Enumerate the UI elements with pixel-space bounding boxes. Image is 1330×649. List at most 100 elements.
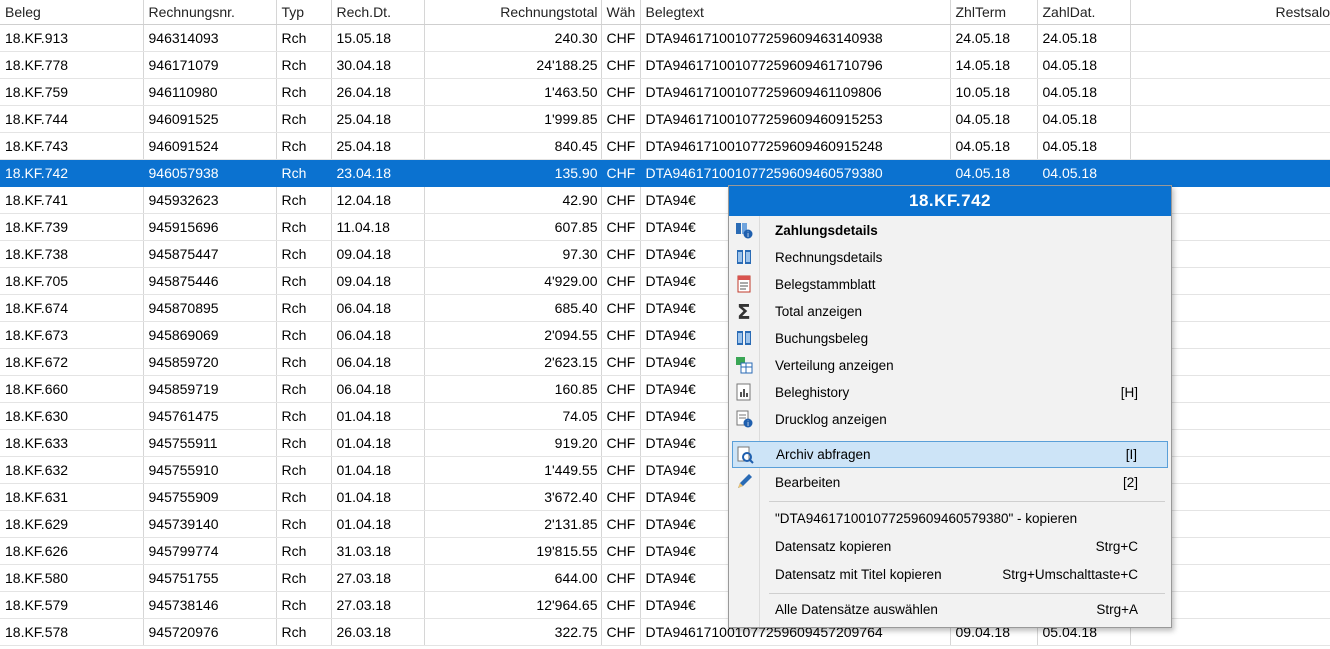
cell-waehrung: CHF: [601, 510, 641, 538]
cell-rechdt: 23.04.18: [331, 159, 425, 187]
cell-typ: Rch: [276, 348, 332, 376]
cell-typ: Rch: [276, 375, 332, 403]
cell-rechdt: 25.04.18: [331, 105, 425, 133]
cell-typ: Rch: [276, 213, 332, 241]
cell-belegtext: DTA946171001077259609461109806: [640, 78, 951, 106]
cell-zahldat: 24.05.18: [1037, 24, 1131, 52]
column-header-zahldat[interactable]: ZahlDat.: [1037, 0, 1131, 25]
cell-rechnungstotal: 135.90: [424, 159, 602, 187]
cell-rechnungstotal: 240.30: [424, 24, 602, 52]
menu-item-datensatz-kopieren[interactable]: Datensatz kopieren Strg+C: [732, 533, 1168, 560]
cell-typ: Rch: [276, 186, 332, 214]
table-row[interactable]: 18.KF.744 946091525 Rch 25.04.18 1'999.85 CHF…: [0, 105, 1330, 133]
menu-item-label: Zahlungsdetails: [775, 223, 878, 238]
cell-rechnungstotal: 74.05: [424, 402, 602, 430]
menu-item-bearbeiten[interactable]: Bearbeiten [2]: [732, 469, 1168, 496]
cell-restsaldo: [1130, 105, 1330, 133]
cell-beleg: 18.KF.626: [0, 537, 144, 565]
cell-typ: Rch: [276, 429, 332, 457]
cell-typ: Rch: [276, 294, 332, 322]
cell-rechnungsnr: 946314093: [143, 24, 277, 52]
cell-beleg: 18.KF.672: [0, 348, 144, 376]
cell-rechnungstotal: 1'449.55: [424, 456, 602, 484]
menu-item-alle-auswaehlen[interactable]: Alle Datensätze auswählen Strg+A: [732, 596, 1168, 623]
column-header-beleg[interactable]: Beleg: [0, 0, 144, 25]
cell-waehrung: CHF: [601, 294, 641, 322]
menu-item-shortcut: Strg+C: [1095, 539, 1138, 554]
menu-item-drucklog-anzeigen[interactable]: i Drucklog anzeigen: [732, 406, 1168, 433]
cell-rechnungstotal: 97.30: [424, 240, 602, 268]
cell-waehrung: CHF: [601, 564, 641, 592]
cell-waehrung: CHF: [601, 429, 641, 457]
context-menu: 18.KF.742 i Zahlungsdetails Rechnungsdet…: [728, 185, 1172, 628]
cell-restsaldo: [1130, 51, 1330, 79]
cell-typ: Rch: [276, 564, 332, 592]
column-header-waehrung[interactable]: Wäh: [601, 0, 641, 25]
cell-typ: Rch: [276, 321, 332, 349]
column-header-rechnungstotal[interactable]: Rechnungstotal: [424, 0, 602, 25]
cell-beleg: 18.KF.741: [0, 186, 144, 214]
table-row[interactable]: 18.KF.778 946171079 Rch 30.04.18 24'188.25 CH…: [0, 51, 1330, 79]
column-header-belegtext[interactable]: Belegtext: [640, 0, 951, 25]
cell-rechnungsnr: 945739140: [143, 510, 277, 538]
cell-rechnungstotal: 1'999.85: [424, 105, 602, 133]
cell-rechdt: 15.05.18: [331, 24, 425, 52]
menu-item-total-anzeigen[interactable]: Σ Total anzeigen: [732, 298, 1168, 325]
menu-item-label: Verteilung anzeigen: [775, 358, 894, 373]
cell-rechnungstotal: 322.75: [424, 618, 602, 646]
menu-item-rechnungsdetails[interactable]: Rechnungsdetails: [732, 244, 1168, 271]
cell-beleg: 18.KF.674: [0, 294, 144, 322]
sigma-icon: Σ: [737, 302, 751, 320]
cell-rechnungstotal: 160.85: [424, 375, 602, 403]
cell-rechnungstotal: 919.20: [424, 429, 602, 457]
cell-rechnungstotal: 42.90: [424, 186, 602, 214]
table-row[interactable]: 18.KF.743 946091524 Rch 25.04.18 840.45 CHF DT…: [0, 132, 1330, 160]
print-log-icon: i: [736, 410, 753, 428]
column-header-restsaldo[interactable]: Restsalo: [1130, 0, 1330, 25]
menu-item-copy-belegtext[interactable]: "DTA946171001077259609460579380" - kopie…: [732, 505, 1168, 532]
menu-item-beleghistory[interactable]: Beleghistory [H]: [732, 379, 1168, 406]
cell-rechnungstotal: 840.45: [424, 132, 602, 160]
cell-beleg: 18.KF.660: [0, 375, 144, 403]
cell-waehrung: CHF: [601, 186, 641, 214]
menu-item-datensatz-mit-titel-kopieren[interactable]: Datensatz mit Titel kopieren Strg+Umscha…: [732, 561, 1168, 588]
table-row[interactable]: 18.KF.759 946110980 Rch 26.04.18 1'463.50 CHF…: [0, 78, 1330, 106]
cell-waehrung: CHF: [601, 321, 641, 349]
column-header-zhlterm[interactable]: ZhlTerm: [950, 0, 1038, 25]
cell-rechdt: 25.04.18: [331, 132, 425, 160]
payment-details-icon: i: [736, 223, 753, 239]
cell-beleg: 18.KF.580: [0, 564, 144, 592]
cell-restsaldo: [1130, 159, 1330, 187]
table-row[interactable]: 18.KF.742 946057938 Rch 23.04.18 135.90 CHF DT…: [0, 159, 1330, 187]
cell-typ: Rch: [276, 456, 332, 484]
svg-text:Σ: Σ: [737, 302, 751, 320]
cell-waehrung: CHF: [601, 618, 641, 646]
cell-zhlterm: 04.05.18: [950, 105, 1038, 133]
cell-rechdt: 01.04.18: [331, 510, 425, 538]
menu-item-archiv-abfragen[interactable]: Archiv abfragen [I]: [732, 441, 1168, 468]
menu-item-label: Rechnungsdetails: [775, 250, 883, 265]
cell-zhlterm: 14.05.18: [950, 51, 1038, 79]
cell-zahldat: 04.05.18: [1037, 159, 1131, 187]
cell-beleg: 18.KF.743: [0, 132, 144, 160]
column-header-rechnungsnr[interactable]: Rechnungsnr.: [143, 0, 277, 25]
menu-item-buchungsbeleg[interactable]: Buchungsbeleg: [732, 325, 1168, 352]
menu-item-zahlungsdetails[interactable]: i Zahlungsdetails: [732, 217, 1168, 244]
cell-rechnungsnr: 945859720: [143, 348, 277, 376]
menu-item-verteilung-anzeigen[interactable]: Verteilung anzeigen: [732, 352, 1168, 379]
menu-item-label: Datensatz mit Titel kopieren: [775, 567, 942, 582]
cell-belegtext: DTA946171001077259609463140938: [640, 24, 951, 52]
column-header-typ[interactable]: Typ: [276, 0, 332, 25]
cell-beleg: 18.KF.630: [0, 402, 144, 430]
cell-waehrung: CHF: [601, 483, 641, 511]
column-header-rechdt[interactable]: Rech.Dt.: [331, 0, 425, 25]
cell-rechdt: 09.04.18: [331, 240, 425, 268]
cell-rechnungstotal: 1'463.50: [424, 78, 602, 106]
table-row[interactable]: 18.KF.913 946314093 Rch 15.05.18 240.30 CHF DT…: [0, 24, 1330, 52]
menu-item-label: Bearbeiten: [775, 475, 841, 490]
cell-waehrung: CHF: [601, 132, 641, 160]
cell-rechnungsnr: 945875447: [143, 240, 277, 268]
menu-item-belegstammblatt[interactable]: Belegstammblatt: [732, 271, 1168, 298]
cell-beleg: 18.KF.742: [0, 159, 144, 187]
menu-item-label: Archiv abfragen: [776, 447, 871, 462]
